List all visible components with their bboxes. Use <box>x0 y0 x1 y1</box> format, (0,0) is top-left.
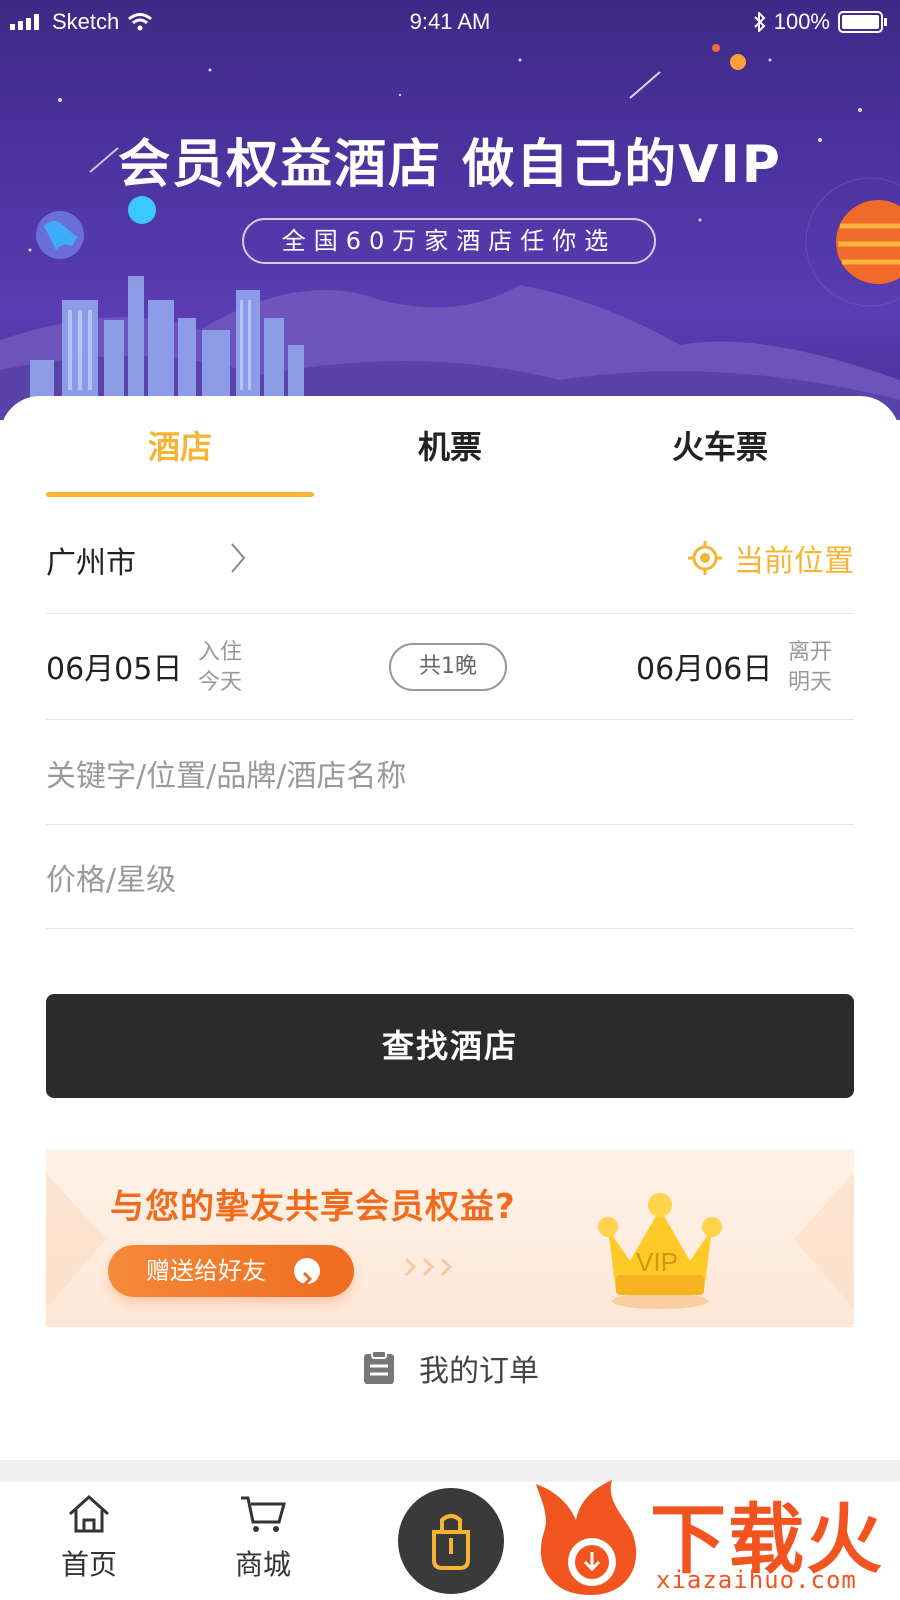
city-name[interactable]: 广州市 <box>46 538 136 582</box>
tabbar-home[interactable]: 首页 <box>34 1494 144 1583</box>
locate-icon <box>688 541 722 575</box>
vip-badge: VIP <box>636 1247 678 1277</box>
home-icon <box>68 1494 110 1533</box>
battery-percent: 100% <box>773 9 830 34</box>
battery-icon <box>838 11 887 33</box>
cart-icon <box>241 1496 286 1532</box>
clipboard-icon <box>364 1350 394 1384</box>
crown-icon: VIP <box>586 1169 736 1319</box>
nights-badge: 共1晚 <box>389 643 507 691</box>
price-placeholder: 价格/星级 <box>46 863 177 898</box>
checkin-label: 入住 <box>198 640 243 665</box>
checkin-day: 今天 <box>198 670 243 695</box>
keyword-placeholder: 关键字/位置/品牌/酒店名称 <box>46 759 407 794</box>
arrow-right-icon <box>294 1258 320 1287</box>
city-row[interactable]: 广州市 当前位置 <box>46 508 854 614</box>
bluetooth-icon <box>754 12 766 32</box>
checkout-day: 明天 <box>788 670 833 695</box>
keyword-field[interactable]: 关键字/位置/品牌/酒店名称 <box>46 719 854 825</box>
gift-to-friend-button[interactable]: 赠送给好友 <box>108 1245 354 1297</box>
status-bar: Sketch 9:41 AM 100% <box>0 0 900 44</box>
watermark-url: xiazaihuo.com <box>656 1566 857 1594</box>
gift-button-label: 赠送给好友 <box>146 1257 266 1285</box>
price-star-field[interactable]: 价格/星级 <box>46 823 854 929</box>
active-tab-indicator <box>46 492 314 497</box>
booking-card: 酒店 机票 火车票 广州市 当前位置 06月05日 入住 今天 共1晚 06月0… <box>0 396 900 1460</box>
watermark-logo: 下载火 xiazaihuo.com <box>530 1470 900 1600</box>
current-location-label: 当前位置 <box>734 544 854 579</box>
checkout-date[interactable]: 06月06日 <box>636 644 772 688</box>
checkin-sub: 入住 今天 <box>198 638 242 698</box>
date-row: 06月05日 入住 今天 共1晚 06月06日 离开 明天 <box>46 614 854 720</box>
hero-banner: Sketch 9:41 AM 100% 会员权益酒店 做自己的VIP 全国60万… <box>0 0 900 420</box>
hero-illustration <box>0 44 900 420</box>
hero-subtitle: 全国60万家酒店任你选 <box>242 218 656 264</box>
tab-train[interactable]: 火车票 <box>586 422 854 468</box>
tab-hotel[interactable]: 酒店 <box>46 422 314 468</box>
tabbar-home-label: 首页 <box>60 1548 117 1581</box>
my-orders-label: 我的订单 <box>419 1354 539 1389</box>
checkout-label: 离开 <box>788 640 833 665</box>
promo-title: 与您的挚友共享会员权益? <box>110 1187 516 1227</box>
checkin-date[interactable]: 06月05日 <box>46 644 182 688</box>
fire-logo-icon <box>536 1480 637 1595</box>
tabbar-mall[interactable]: 商城 <box>208 1494 318 1583</box>
booking-tabs: 酒店 机票 火车票 <box>46 396 854 497</box>
tabbar-mall-label: 商城 <box>234 1548 291 1581</box>
current-location-button[interactable]: 当前位置 <box>688 536 854 580</box>
hero-title: 会员权益酒店 做自己的VIP <box>118 135 782 195</box>
my-orders-link[interactable]: 我的订单 <box>0 1346 900 1394</box>
promo-banner[interactable]: 与您的挚友共享会员权益? 赠送给好友 VIP <box>46 1149 854 1327</box>
chevron-right-icon <box>231 543 246 573</box>
tab-flight[interactable]: 机票 <box>316 422 584 468</box>
search-hotel-button[interactable]: 查找酒店 <box>46 994 854 1098</box>
checkout-sub: 离开 明天 <box>788 638 832 698</box>
tabbar-center-button[interactable] <box>398 1488 504 1594</box>
bag-icon <box>432 1514 470 1570</box>
